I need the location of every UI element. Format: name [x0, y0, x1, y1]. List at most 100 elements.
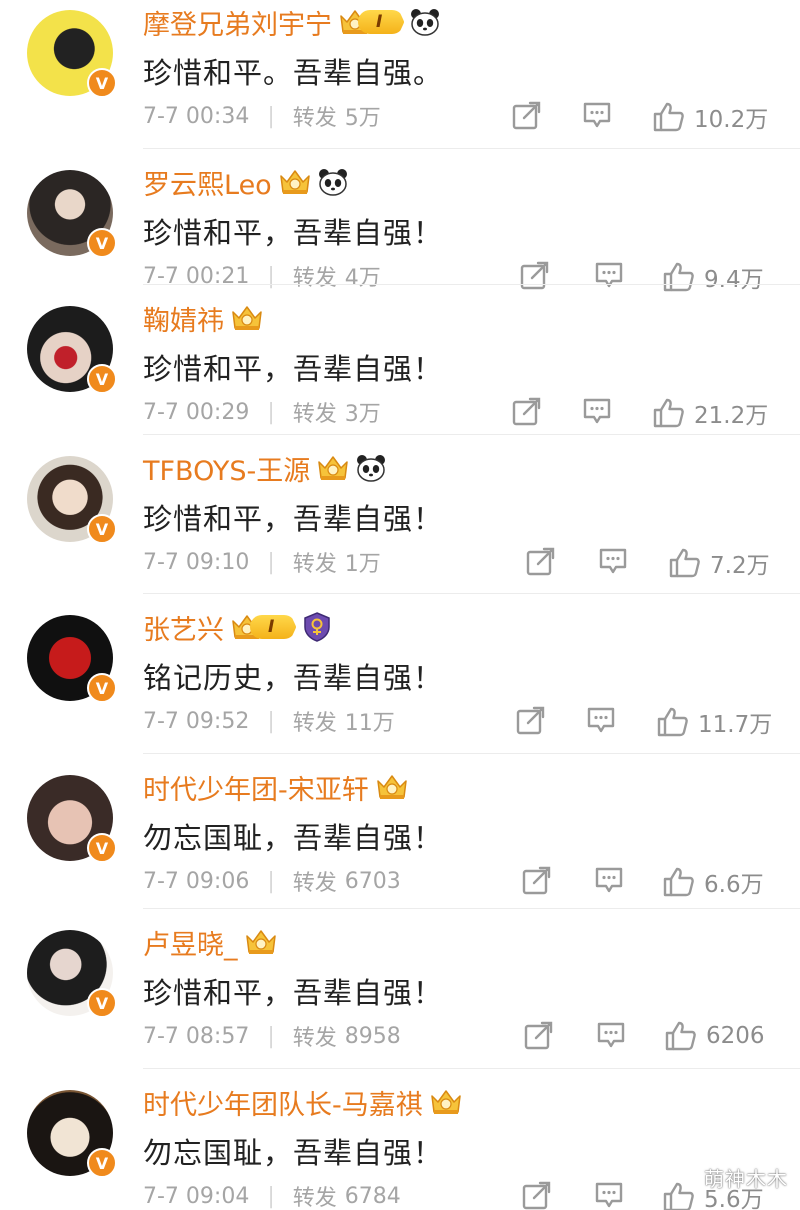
comment-text: 珍惜和平，吾辈自强！	[143, 502, 444, 536]
avatar[interactable]: V	[27, 930, 117, 1018]
like-count: 11.7万	[698, 712, 773, 738]
like-button[interactable]: 6206	[664, 1020, 765, 1052]
avatar[interactable]: V	[27, 456, 117, 544]
like-count: 9.4万	[704, 267, 764, 293]
separator: |	[267, 868, 275, 894]
meta-line: 7-7 00:29 | 转发 3万	[143, 396, 381, 428]
timestamp: 7-7 09:10	[143, 549, 250, 575]
avatar[interactable]: V	[27, 1090, 117, 1178]
weibo-comment: V 张艺兴 I 铭记历史，吾辈自强！ 7-7 09:52 | 转发 11万 11.7万	[0, 605, 800, 765]
comment-text: 珍惜和平。吾辈自强。	[143, 56, 444, 90]
comment-icon[interactable]	[594, 1180, 624, 1210]
comment-icon[interactable]	[598, 546, 628, 576]
username[interactable]: 时代少年团-宋亚轩	[143, 768, 369, 807]
timestamp: 7-7 00:34	[143, 103, 250, 129]
crown-badge-icon	[244, 928, 278, 956]
timestamp: 7-7 09:52	[143, 708, 250, 734]
thumbs-up-icon	[662, 261, 696, 293]
timestamp: 7-7 09:04	[143, 1183, 250, 1209]
username-row: 摩登兄弟刘宇宁 I	[143, 2, 440, 42]
verified-badge-icon: V	[87, 833, 117, 863]
meta-line: 7-7 00:34 | 转发 5万	[143, 100, 381, 132]
meta-line: 7-7 00:21 | 转发 4万	[143, 260, 381, 292]
timestamp: 7-7 09:06	[143, 868, 250, 894]
avatar[interactable]: V	[27, 306, 117, 394]
vip-level-label: I	[358, 10, 405, 34]
username[interactable]: 张艺兴	[143, 608, 224, 647]
shield-badge-icon	[302, 611, 332, 643]
weibo-comment: V 卢昱晓_ 珍惜和平，吾辈自强！ 7-7 08:57 | 转发 8958 6206	[0, 920, 800, 1080]
comment-text: 珍惜和平，吾辈自强！	[143, 352, 444, 386]
username[interactable]: TFBOYS-王源	[143, 449, 310, 488]
like-button[interactable]: 9.4万	[662, 260, 764, 294]
repost-label: 转发	[292, 402, 337, 427]
username[interactable]: 时代少年团队长-马嘉祺	[143, 1083, 423, 1122]
comment-text: 铭记历史，吾辈自强！	[143, 661, 444, 695]
forward-icon[interactable]	[520, 260, 550, 290]
divider	[143, 148, 800, 149]
comment-icon[interactable]	[596, 1020, 626, 1050]
separator: |	[267, 1023, 275, 1049]
repost-label: 转发	[292, 1186, 337, 1210]
verified-badge-icon: V	[87, 68, 117, 98]
crown-badge-icon	[230, 304, 264, 332]
forward-icon[interactable]	[512, 396, 542, 426]
comment-icon[interactable]	[582, 396, 612, 426]
username[interactable]: 罗云熙Leo	[143, 163, 272, 202]
username-row: 张艺兴 I	[143, 607, 332, 647]
timestamp: 7-7 08:57	[143, 1023, 250, 1049]
divider	[143, 284, 800, 285]
forward-icon[interactable]	[522, 865, 552, 895]
repost-count: 4万	[344, 266, 381, 291]
username[interactable]: 卢昱晓_	[143, 923, 238, 962]
panda-icon	[356, 454, 386, 482]
like-button[interactable]: 7.2万	[668, 546, 770, 580]
avatar[interactable]: V	[27, 775, 117, 863]
forward-icon[interactable]	[524, 1020, 554, 1050]
weibo-comment: V 时代少年团队长-马嘉祺 勿忘国耻，吾辈自强！ 7-7 09:04 | 转发 6784 5.…	[0, 1080, 800, 1210]
avatar[interactable]: V	[27, 170, 117, 258]
avatar[interactable]: V	[27, 615, 117, 703]
like-button[interactable]: 6.6万	[662, 865, 764, 899]
thumbs-up-icon	[662, 866, 696, 898]
repost-count: 6784	[344, 1183, 401, 1209]
comment-icon[interactable]	[594, 865, 624, 895]
crown-badge-icon	[278, 168, 312, 196]
like-button[interactable]: 11.7万	[656, 705, 772, 739]
meta-line: 7-7 08:57 | 转发 8958	[143, 1020, 401, 1052]
repost-count: 6703	[344, 868, 401, 894]
timestamp: 7-7 00:29	[143, 399, 250, 425]
comment-text: 珍惜和平，吾辈自强！	[143, 216, 444, 250]
like-count: 6.6万	[704, 872, 764, 898]
divider	[143, 434, 800, 435]
like-button[interactable]: 10.2万	[652, 100, 768, 134]
separator: |	[267, 708, 275, 734]
comment-icon[interactable]	[594, 260, 624, 290]
avatar[interactable]: V	[27, 10, 117, 98]
weibo-comment: V 罗云熙Leo 珍惜和平，吾辈自强！ 7-7 00:21 | 转发 4万 9.4万	[0, 160, 800, 296]
repost-count: 8958	[344, 1023, 401, 1049]
forward-icon[interactable]	[526, 546, 556, 576]
weibo-comment: V 摩登兄弟刘宇宁 I 珍惜和平。吾辈自强。 7-7 00:34 | 转发 5万 10.2万	[0, 0, 800, 160]
like-count: 21.2万	[694, 403, 769, 429]
repost-label: 转发	[292, 1026, 337, 1051]
crown-badge-icon	[375, 773, 409, 801]
username[interactable]: 摩登兄弟刘宇宁	[143, 3, 332, 42]
verified-badge-icon: V	[87, 673, 117, 703]
meta-line: 7-7 09:52 | 转发 11万	[143, 705, 395, 737]
thumbs-up-icon	[656, 706, 690, 738]
forward-icon[interactable]	[516, 705, 546, 735]
forward-icon[interactable]	[512, 100, 542, 130]
like-button[interactable]: 21.2万	[652, 396, 768, 430]
meta-line: 7-7 09:06 | 转发 6703	[143, 865, 401, 897]
comment-icon[interactable]	[586, 705, 616, 735]
comment-icon[interactable]	[582, 100, 612, 130]
forward-icon[interactable]	[522, 1180, 552, 1210]
panda-icon	[410, 8, 440, 36]
username[interactable]: 鞠婧祎	[143, 299, 224, 338]
username-row: 时代少年团-宋亚轩	[143, 767, 409, 807]
divider	[143, 593, 800, 594]
separator: |	[267, 1183, 275, 1209]
separator: |	[267, 103, 275, 129]
divider	[143, 908, 800, 909]
